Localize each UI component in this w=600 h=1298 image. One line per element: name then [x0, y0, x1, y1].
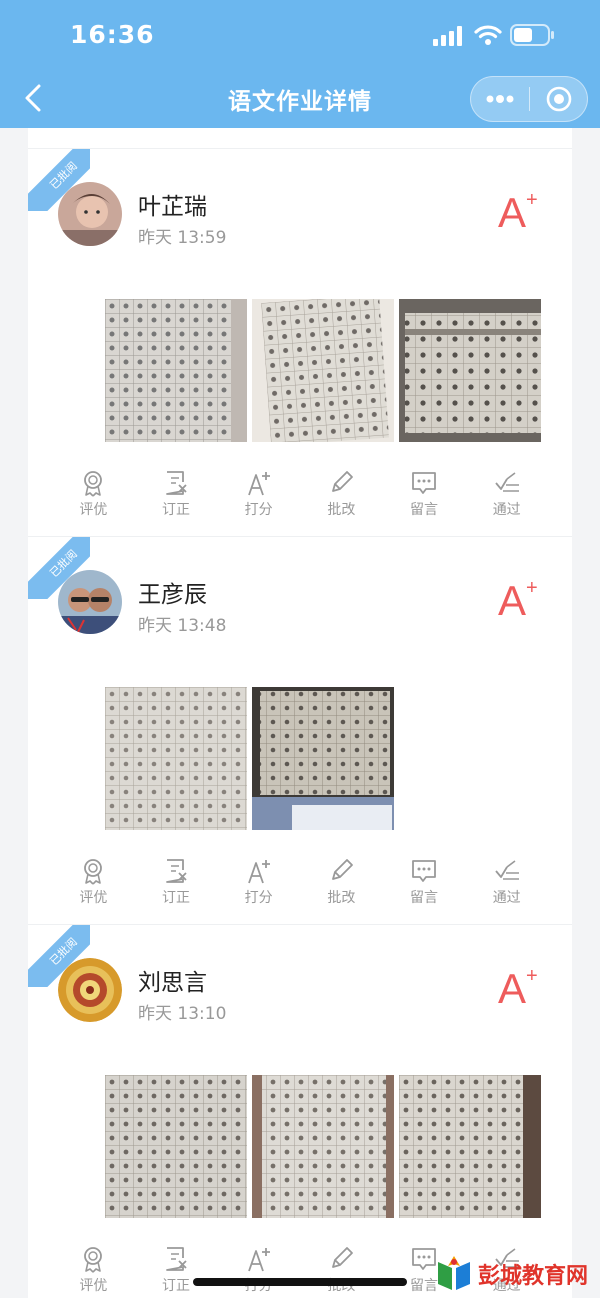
grade-button[interactable]: 批改	[300, 469, 383, 525]
approve-button[interactable]: 通过	[465, 857, 548, 913]
grade-badge[interactable]: A+	[498, 965, 538, 1013]
student-name: 王彦辰	[138, 582, 207, 608]
action-label: 批改	[327, 890, 356, 906]
action-label: 订正	[162, 890, 190, 906]
action-label: 通过	[492, 502, 521, 518]
action-label: 通过	[492, 890, 521, 906]
student-name: 刘思言	[138, 970, 207, 996]
grade-badge[interactable]: A+	[498, 577, 538, 625]
approve-button[interactable]: 通过	[465, 469, 548, 525]
submit-time: 昨天 13:48	[138, 616, 227, 636]
score-button[interactable]: 打分	[217, 1245, 300, 1298]
score-button[interactable]: 打分	[217, 469, 300, 525]
comment-button[interactable]: 留言	[383, 469, 466, 525]
pencil-icon	[332, 859, 354, 880]
grade-button[interactable]: 批改	[300, 857, 383, 913]
check-list-icon	[494, 472, 519, 492]
comment-button[interactable]: 留言	[383, 857, 466, 913]
signal-icon	[433, 26, 462, 46]
action-bar: 评优 订正 打分 批改 留言 通过	[52, 469, 548, 525]
action-label: 订正	[162, 502, 190, 518]
homework-photo[interactable]	[252, 1075, 394, 1218]
correction-doc-icon	[166, 471, 187, 495]
medal-icon	[84, 1247, 103, 1273]
student-name: 叶芷瑞	[138, 194, 207, 220]
watermark: 彭城教育网	[434, 1250, 600, 1298]
wifi-icon	[474, 25, 502, 45]
pencil-icon	[332, 1247, 354, 1268]
submission-list: 已批阅 叶芷瑞 昨天 13:59 A+ 评优 订正 打分 批改 留言 通过 已批…	[28, 128, 572, 1298]
grade-letter: A	[498, 189, 527, 236]
grade-letter: A	[498, 965, 527, 1012]
close-miniprogram-button[interactable]	[530, 77, 588, 121]
grade-plus: +	[526, 577, 538, 599]
homework-photos	[105, 299, 541, 442]
avatar[interactable]	[58, 570, 122, 634]
more-dots-icon	[486, 95, 514, 103]
action-label: 评优	[79, 502, 108, 518]
grade-a-plus-icon	[247, 1248, 270, 1272]
correct-button[interactable]: 订正	[135, 469, 218, 525]
grade-plus: +	[526, 965, 538, 987]
grade-button[interactable]: 批改	[300, 1245, 383, 1298]
medal-icon	[84, 471, 103, 497]
action-label: 订正	[162, 1278, 190, 1294]
submission-card[interactable]: 已批阅 叶芷瑞 昨天 13:59 A+ 评优 订正 打分 批改 留言 通过	[28, 148, 572, 536]
medal-icon	[84, 859, 103, 885]
grade-badge[interactable]: A+	[498, 189, 538, 237]
homework-photos	[105, 687, 394, 830]
homework-photo[interactable]	[252, 299, 394, 442]
status-bar: 16:36	[0, 0, 600, 72]
grade-a-plus-icon	[247, 860, 270, 884]
grade-plus: +	[526, 189, 538, 211]
action-label: 留言	[410, 890, 439, 906]
battery-icon	[510, 24, 554, 46]
award-button[interactable]: 评优	[52, 469, 135, 525]
watermark-logo-icon	[438, 1256, 470, 1290]
check-list-icon	[494, 860, 519, 880]
submit-time: 昨天 13:59	[138, 228, 227, 248]
homework-photo[interactable]	[399, 299, 541, 442]
app-header: 16:36 语文作业详情	[0, 0, 600, 128]
action-label: 批改	[327, 502, 356, 518]
correct-button[interactable]: 订正	[135, 857, 218, 913]
award-button[interactable]: 评优	[52, 1245, 135, 1298]
homework-photo[interactable]	[252, 687, 394, 830]
action-label: 评优	[79, 890, 108, 906]
action-label: 打分	[244, 890, 273, 906]
submission-card[interactable]: 已批阅 王彦辰 昨天 13:48 A+ 评优 订正 打分 批改 留言 通过	[28, 536, 572, 924]
more-button[interactable]	[471, 77, 529, 121]
homework-photo[interactable]	[105, 1075, 247, 1218]
homework-photo[interactable]	[399, 1075, 541, 1218]
homework-photo[interactable]	[105, 687, 247, 830]
message-icon	[412, 860, 436, 882]
status-time: 16:36	[70, 20, 155, 49]
pencil-icon	[332, 471, 354, 492]
submission-card[interactable]: 已批阅 刘思言 昨天 13:10 A+ 评优 订正 打分 批改 留言 通过	[28, 924, 572, 1298]
homework-photos	[105, 1075, 541, 1218]
grade-a-plus-icon	[247, 472, 270, 496]
homework-photo[interactable]	[105, 299, 247, 442]
miniprogram-capsule	[470, 76, 588, 122]
home-indicator[interactable]	[193, 1278, 407, 1286]
nav-bar: 语文作业详情	[0, 72, 600, 128]
action-label: 评优	[79, 1278, 108, 1294]
action-bar: 评优 订正 打分 批改 留言 通过	[52, 857, 548, 913]
action-label: 留言	[410, 502, 439, 518]
correct-button[interactable]: 订正	[135, 1245, 218, 1298]
target-circle-icon	[546, 86, 572, 112]
correction-doc-icon	[166, 859, 187, 883]
watermark-text: 彭城教育网	[478, 1263, 589, 1288]
avatar[interactable]	[58, 958, 122, 1022]
grade-letter: A	[498, 577, 527, 624]
correction-doc-icon	[166, 1247, 187, 1271]
submit-time: 昨天 13:10	[138, 1004, 227, 1024]
message-icon	[412, 472, 436, 494]
avatar[interactable]	[58, 182, 122, 246]
action-label: 打分	[244, 502, 273, 518]
score-button[interactable]: 打分	[217, 857, 300, 913]
award-button[interactable]: 评优	[52, 857, 135, 913]
